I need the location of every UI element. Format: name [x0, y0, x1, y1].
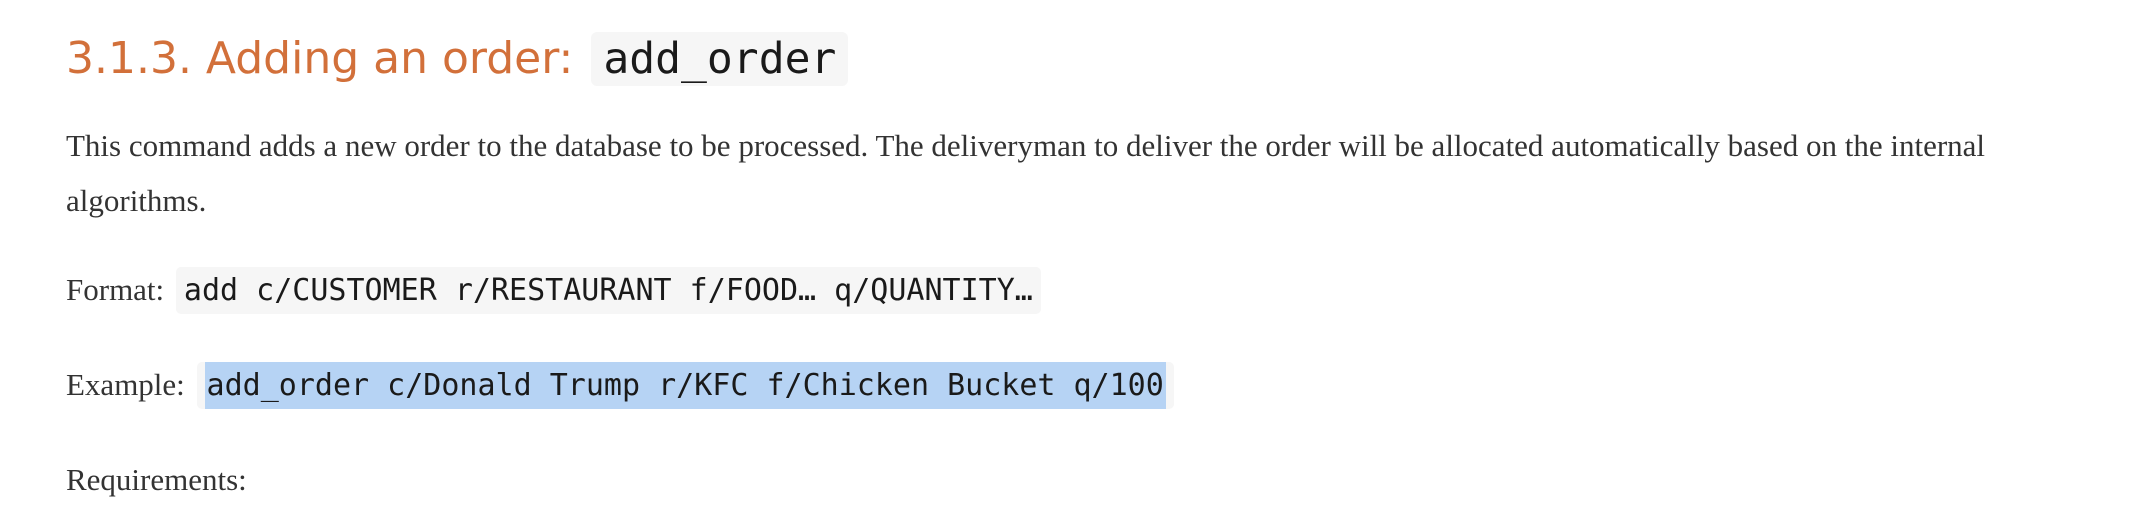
format-label: Format: — [66, 272, 165, 307]
format-line: Format: add c/CUSTOMER r/RESTAURANT f/FO… — [66, 265, 1041, 316]
section-heading: 3.1.3. Adding an order: add_order — [66, 26, 849, 92]
example-code[interactable]: add_order c/Donald Trump r/KFC f/Chicken… — [196, 362, 1174, 409]
example-label: Example: — [66, 367, 185, 402]
requirements-label: Requirements: — [66, 462, 247, 497]
section-heading-title: 3.1.3. Adding an order: — [66, 33, 574, 84]
format-code: add c/CUSTOMER r/RESTAURANT f/FOOD… q/QU… — [175, 267, 1041, 314]
section-description: This command adds a new order to the dat… — [66, 128, 1986, 218]
example-line: Example: add_order c/Donald Trump r/KFC … — [66, 360, 1174, 411]
section-heading-command-code: add_order — [591, 32, 849, 86]
example-code-selected-text[interactable]: add_order c/Donald Trump r/KFC f/Chicken… — [204, 362, 1166, 409]
